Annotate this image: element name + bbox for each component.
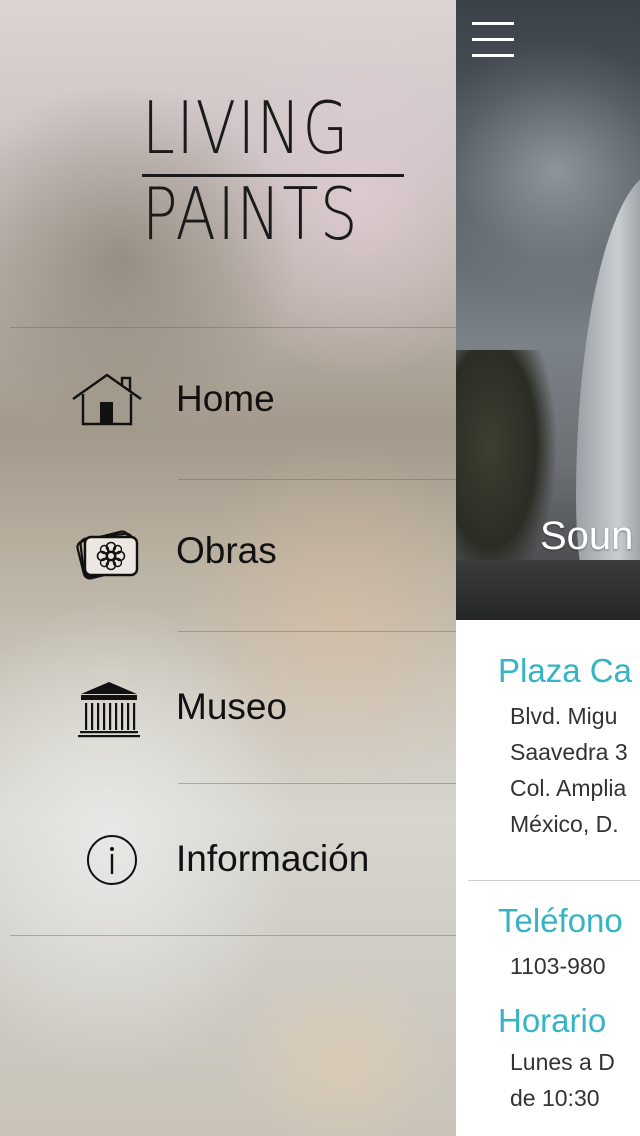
menu-item-obras[interactable]: Obras xyxy=(0,478,456,628)
menu-item-informacion[interactable]: Información xyxy=(0,782,456,932)
menu-item-label: Información xyxy=(176,838,370,879)
address-line: Blvd. Migu xyxy=(510,703,618,729)
hours-line: de 10:30 xyxy=(510,1085,600,1111)
side-menu-drawer: LIVING PAINTS Home Obras Museo Informaci… xyxy=(0,0,456,1136)
menu-item-museo[interactable]: Museo xyxy=(0,630,456,780)
menu-item-label: Home xyxy=(176,378,275,419)
hours-heading: Horario xyxy=(498,1002,607,1039)
app-logo: LIVING PAINTS xyxy=(142,86,406,258)
phone-value[interactable]: 1103-980 xyxy=(510,948,606,984)
info-divider xyxy=(468,880,640,881)
address-line: Col. Amplia xyxy=(510,775,627,801)
menu-item-label: Obras xyxy=(176,530,277,571)
logo-line-1: LIVING xyxy=(142,86,350,170)
home-icon xyxy=(72,373,142,426)
phone-heading: Teléfono xyxy=(498,902,623,939)
info-icon xyxy=(87,835,137,885)
museum-title: Soun xyxy=(540,514,634,558)
museum-icon xyxy=(78,682,140,738)
address-line: México, D. xyxy=(510,811,619,837)
museum-detail-panel: Soun Plaza Ca Blvd. Migu Saavedra 3 Col.… xyxy=(456,0,640,1136)
museum-hero-image: Soun xyxy=(456,0,640,620)
hours-line: Lunes a D xyxy=(510,1049,615,1075)
menu-item-label: Museo xyxy=(176,686,288,727)
address-heading: Plaza Ca xyxy=(498,652,632,689)
hamburger-menu-icon[interactable] xyxy=(472,18,516,62)
menu-bottom-divider xyxy=(10,935,456,936)
logo-line-2: PAINTS xyxy=(142,172,360,256)
address-line: Saavedra 3 xyxy=(510,739,628,765)
menu-item-home[interactable]: Home xyxy=(0,326,456,476)
artworks-icon xyxy=(76,530,139,580)
